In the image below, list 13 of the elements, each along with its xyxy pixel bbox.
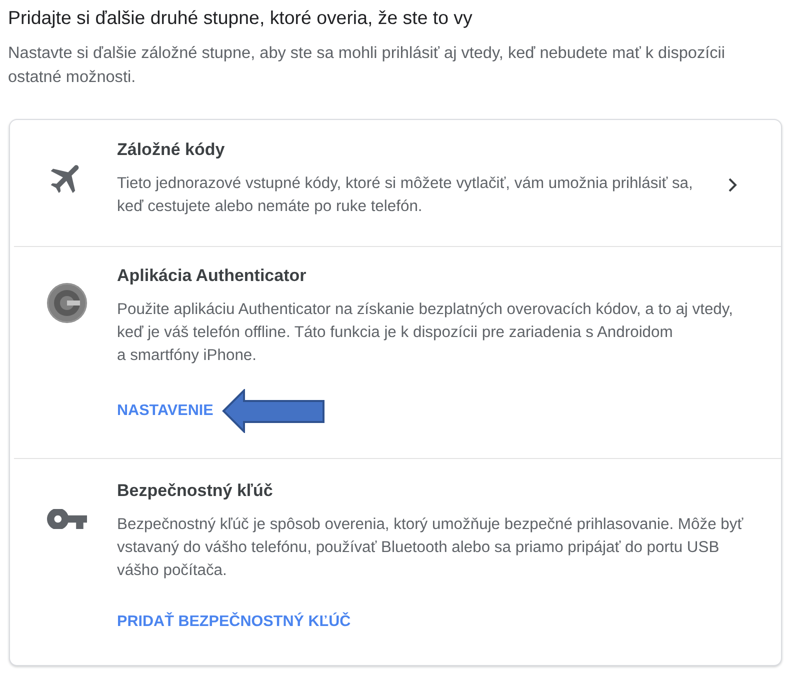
page-heading: Pridajte si ďalšie druhé stupne, ktoré overia, že ste to vy <box>8 6 474 30</box>
option-description: Použite aplikáciu Authenticator na získanie bezplatných overovacích kódov, a to aj vtedy, keď je váš telefón offline. Táto funkcia je k dispozícii pre zariadenia s Androidom a smartfóny iPhone. <box>117 300 734 366</box>
key-icon <box>47 509 87 529</box>
option-title: Záložné kódy <box>117 139 226 161</box>
option-description: Tieto jednorazové vstupné kódy, ktoré si môžete vytlačiť, vám umožnia prihlásiť sa, keď cestujete alebo nemáte po ruke telefón. <box>117 174 694 217</box>
option-title: Bezpečnostný kľúč <box>117 480 274 502</box>
action-link[interactable]: NASTAVENIE <box>117 393 214 429</box>
action-link[interactable]: PRIDAŤ BEZPEČNOSTNÝ KĽÚČ <box>117 604 351 640</box>
chevron-right-icon[interactable] <box>728 178 737 192</box>
option-title: Aplikácia Authenticator <box>117 265 308 287</box>
page-description: Nastavte si ďalšie záložné stupne, aby ste sa mohli prihlásiť aj vtedy, keď nebudete mať k dispozícii ostatné možnosti. <box>8 43 726 88</box>
g-circle-icon <box>47 283 87 323</box>
option-description: Bezpečnostný kľúč je spôsob overenia, ktorý umožňuje bezpečné prihlasovanie. Môže byť vstavaný do vášho telefónu, používať Bluetooth alebo sa priamo pripájať do portu USB vášho počítača. <box>117 515 744 581</box>
